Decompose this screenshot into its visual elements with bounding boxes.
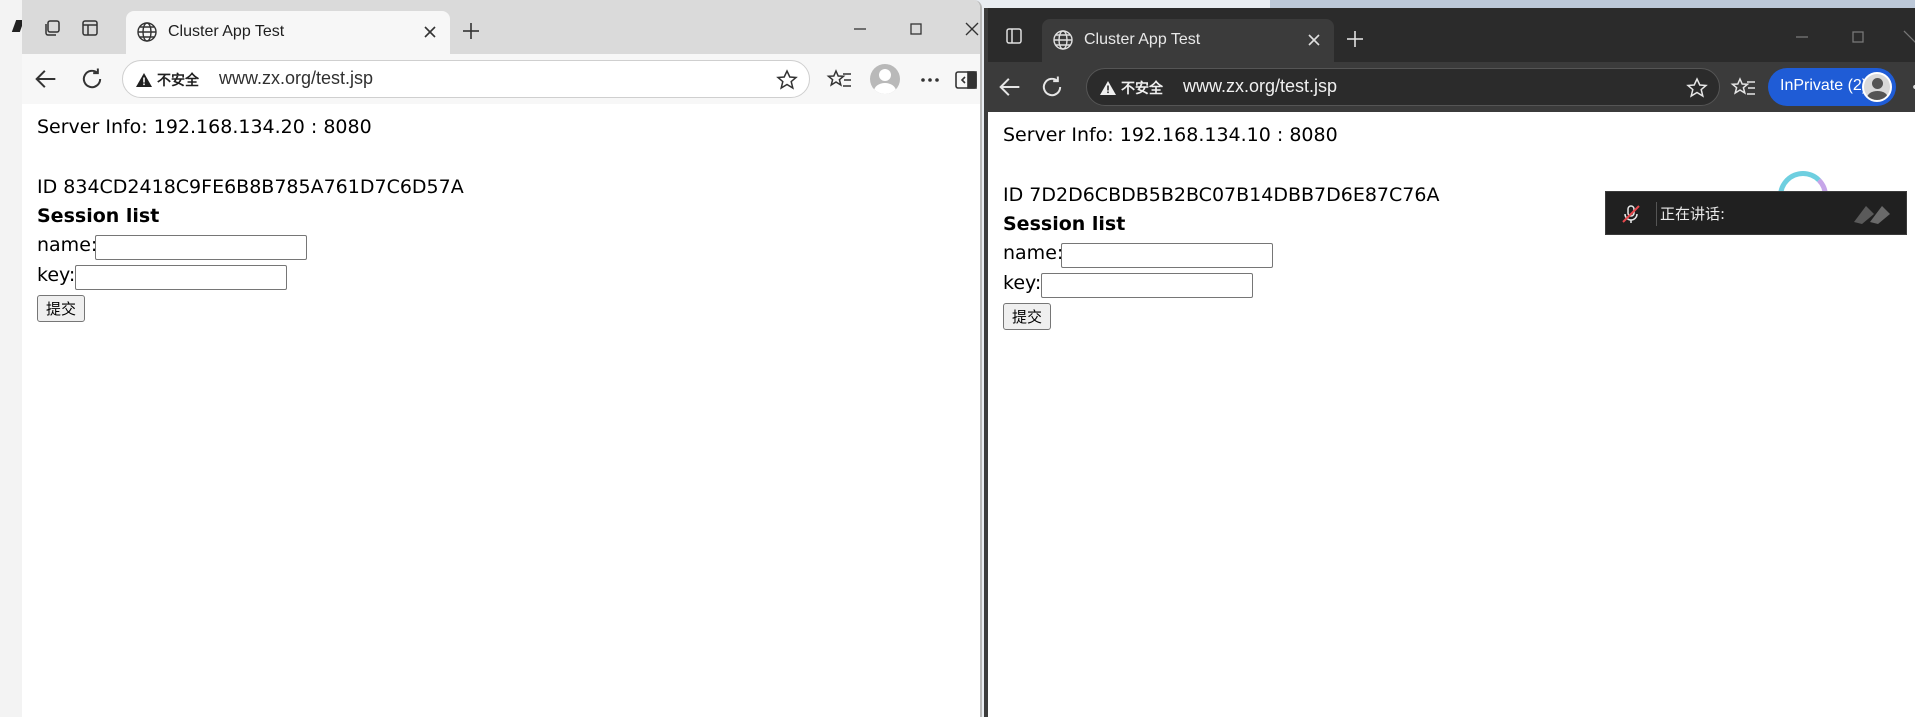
favorite-star-icon[interactable] (1685, 76, 1709, 100)
maximize-button[interactable] (896, 14, 936, 44)
desktop-edge (0, 0, 25, 717)
maximize-button[interactable] (1838, 22, 1878, 52)
meeting-app-logo-icon (1854, 206, 1890, 224)
toolbar: 不安全 www.zx.org/test.jsp (22, 54, 980, 104)
url-text[interactable]: www.zx.org/test.jsp (219, 68, 373, 89)
close-window-button[interactable] (1890, 22, 1915, 52)
title-bar: Cluster App Test (22, 0, 980, 54)
warning-icon[interactable] (135, 71, 153, 89)
sidebar-toggle-icon[interactable] (952, 66, 980, 94)
inprivate-avatar (1862, 72, 1892, 102)
address-bar[interactable]: 不安全 www.zx.org/test.jsp (122, 60, 810, 98)
name-label: name: (1003, 242, 1064, 264)
back-arrow-icon[interactable] (996, 73, 1024, 101)
more-options-icon[interactable] (916, 66, 944, 94)
more-options-icon[interactable]: • (1911, 80, 1915, 96)
tab-cluster-app-test[interactable]: Cluster App Test (126, 11, 450, 54)
session-id: ID 7D2D6CBDB5B2BC07B14DBB7D6E87C76A (1003, 184, 1440, 206)
session-list-heading: Session list (37, 205, 160, 227)
browser-window-right: Cluster App Test 不安全 www.zx.org/test.jsp… (984, 8, 1915, 717)
maximize-icon (1852, 31, 1864, 43)
globe-icon (137, 22, 157, 42)
speaking-notification: 正在讲话: (1605, 191, 1907, 235)
favorites-list-icon[interactable] (826, 66, 854, 94)
inprivate-button[interactable]: InPrivate (2) (1768, 68, 1896, 106)
submit-button[interactable]: 提交 (37, 295, 86, 322)
name-input[interactable] (1061, 243, 1273, 268)
close-tab-icon[interactable] (420, 22, 440, 42)
close-icon (965, 22, 979, 36)
key-label: key: (1003, 272, 1042, 294)
close-window-button[interactable] (952, 14, 980, 44)
tab-cluster-app-test[interactable]: Cluster App Test (1042, 19, 1334, 62)
vertical-tabs-icon[interactable] (998, 20, 1030, 52)
minimize-icon (1796, 36, 1808, 38)
close-tab-icon[interactable] (1304, 30, 1324, 50)
server-info: Server Info: 192.168.134.20 : 8080 (37, 116, 372, 138)
profile-avatar[interactable] (870, 64, 900, 94)
not-secure-label[interactable]: 不安全 (157, 70, 199, 90)
tab-title: Cluster App Test (168, 23, 285, 40)
browser-window-left: Cluster App Test 不安全 www.zx.org/test.jsp… (22, 0, 982, 717)
session-list-heading: Session list (1003, 213, 1126, 235)
session-id: ID 834CD2418C9FE6B8B785A761D7C6D57A (37, 176, 464, 198)
divider (1656, 202, 1657, 226)
submit-button[interactable]: 提交 (1003, 303, 1052, 330)
toolbar: 不安全 www.zx.org/test.jsp InPrivate (2) • (988, 62, 1915, 112)
vertical-tabs-icon[interactable] (74, 12, 106, 44)
url-text[interactable]: www.zx.org/test.jsp (1183, 76, 1337, 97)
not-secure-label[interactable]: 不安全 (1121, 78, 1163, 98)
server-info: Server Info: 192.168.134.10 : 8080 (1003, 124, 1338, 146)
warning-icon[interactable] (1099, 79, 1117, 97)
page-content: Server Info: 192.168.134.20 : 8080 ID 83… (22, 104, 980, 717)
inprivate-label: InPrivate (2) (1780, 77, 1868, 94)
speaking-label: 正在讲话: (1660, 205, 1726, 223)
muted-mic-icon[interactable] (1620, 203, 1642, 225)
favorites-list-icon[interactable] (1730, 74, 1758, 102)
title-bar: Cluster App Test (988, 8, 1915, 62)
tab-title: Cluster App Test (1084, 31, 1201, 48)
key-input[interactable] (75, 265, 287, 290)
minimize-button[interactable] (840, 14, 880, 44)
close-icon (1903, 30, 1915, 43)
minimize-icon (854, 28, 866, 30)
name-label: name: (37, 234, 98, 256)
address-bar[interactable]: 不安全 www.zx.org/test.jsp (1086, 68, 1720, 106)
minimize-button[interactable] (1782, 22, 1822, 52)
maximize-icon (910, 23, 922, 35)
back-arrow-icon[interactable] (32, 65, 60, 93)
key-input[interactable] (1041, 273, 1253, 298)
workspaces-icon[interactable] (36, 12, 68, 44)
favorite-star-icon[interactable] (775, 68, 799, 92)
key-label: key: (37, 264, 76, 286)
refresh-icon[interactable] (1038, 73, 1066, 101)
new-tab-icon[interactable] (456, 16, 486, 46)
name-input[interactable] (95, 235, 307, 260)
globe-icon (1053, 30, 1073, 50)
refresh-icon[interactable] (78, 65, 106, 93)
new-tab-icon[interactable] (1340, 24, 1370, 54)
